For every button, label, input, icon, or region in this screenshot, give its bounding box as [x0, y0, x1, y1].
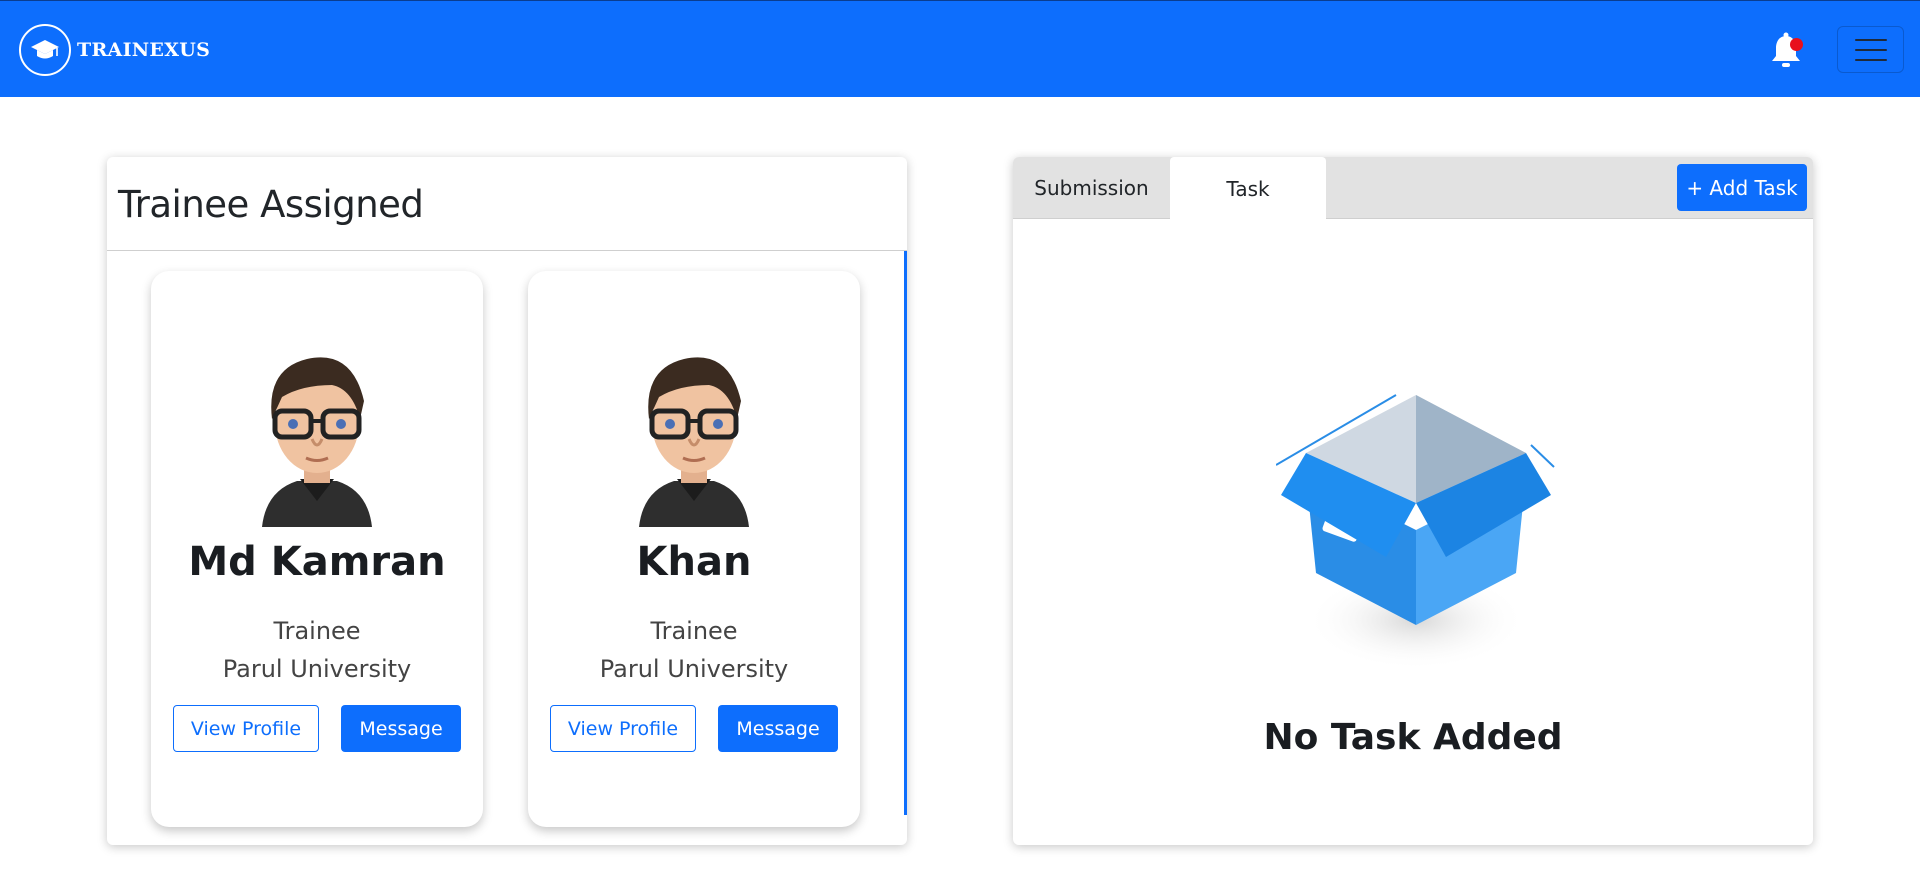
view-profile-button[interactable]: View Profile	[173, 705, 319, 752]
trainee-assigned-panel: Trainee Assigned Md Kamran Trainee Parul…	[107, 157, 907, 845]
brand-link[interactable]: TRAINEXUS	[19, 24, 210, 76]
view-profile-button[interactable]: View Profile	[550, 705, 696, 752]
avatar	[639, 357, 749, 527]
message-button[interactable]: Message	[718, 705, 838, 752]
trainee-card: Md Kamran Trainee Parul University View …	[151, 271, 483, 827]
panel-title: Trainee Assigned	[118, 183, 424, 226]
trainee-university: Parul University	[222, 655, 412, 683]
trainee-role: Trainee	[273, 617, 361, 645]
tab-bar: Submission Task + Add Task	[1013, 157, 1813, 220]
trainee-role: Trainee	[650, 617, 738, 645]
trainee-name: Khan	[636, 539, 752, 585]
brand-name: TRAINEXUS	[77, 39, 211, 61]
empty-box-icon	[1276, 394, 1555, 670]
bell-icon	[1772, 32, 1800, 67]
empty-state-message: No Task Added	[1263, 717, 1563, 758]
top-navbar: TRAINEXUS	[0, 0, 1920, 97]
divider	[107, 250, 907, 251]
tab-task[interactable]: Task	[1170, 157, 1326, 220]
hamburger-menu-icon[interactable]	[1837, 26, 1904, 73]
trainee-university: Parul University	[599, 655, 789, 683]
add-task-button[interactable]: + Add Task	[1677, 164, 1807, 211]
notification-button[interactable]	[1767, 31, 1805, 71]
notification-dot	[1790, 38, 1803, 51]
avatar	[262, 357, 372, 527]
trainee-name: Md Kamran	[188, 539, 446, 585]
task-panel: Submission Task + Add Task No Task Added	[1013, 157, 1813, 845]
trainee-card: Khan Trainee Parul University View Profi…	[528, 271, 860, 827]
message-button[interactable]: Message	[341, 705, 461, 752]
scrollbar[interactable]	[904, 251, 907, 815]
tab-submission[interactable]: Submission	[1013, 157, 1170, 219]
graduation-cap-icon	[19, 24, 71, 76]
